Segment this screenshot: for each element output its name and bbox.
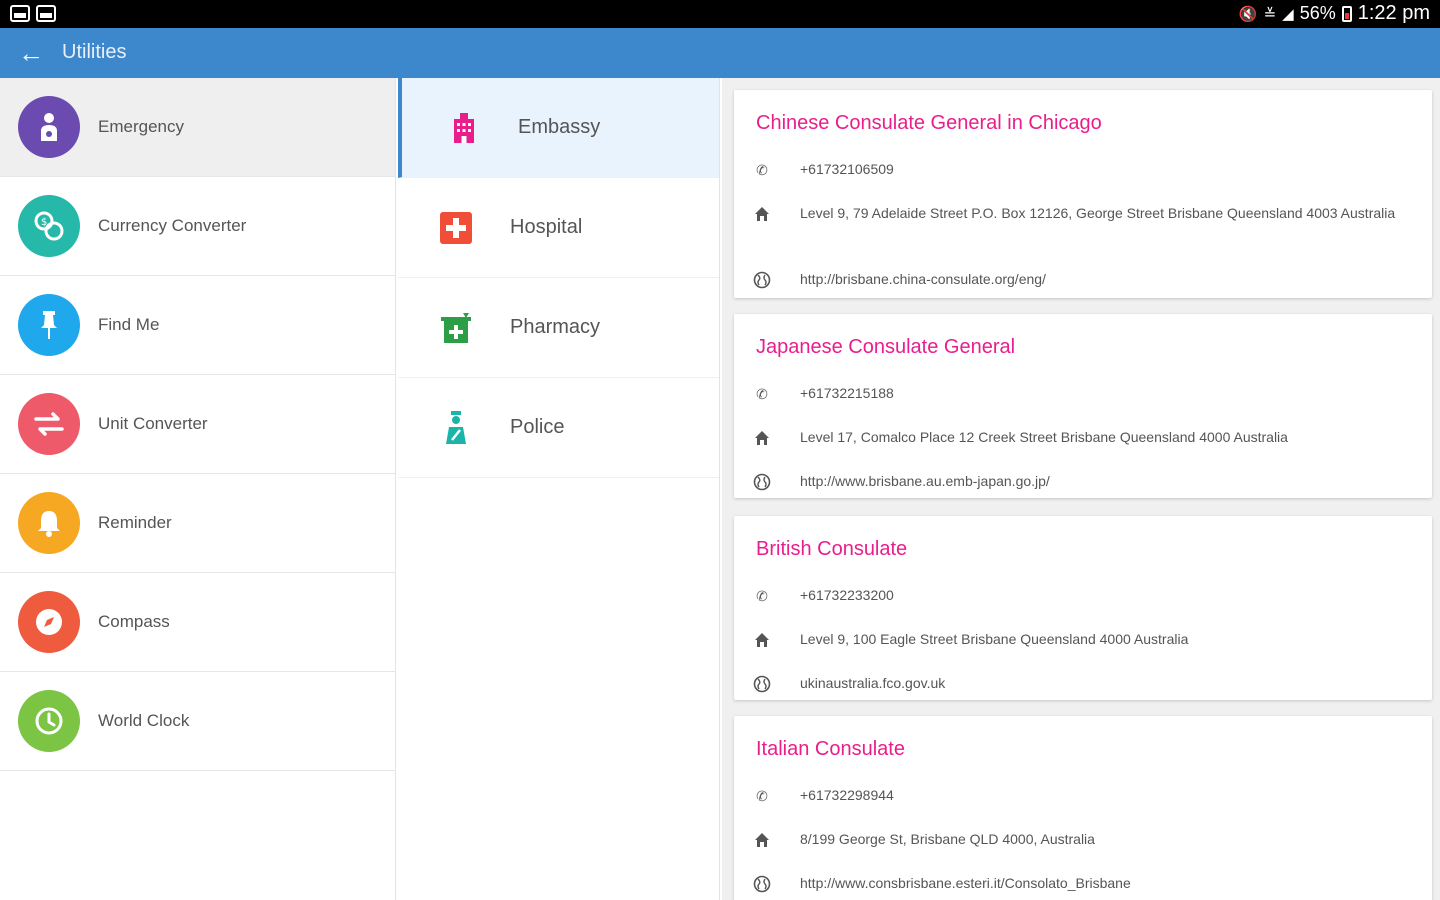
phone-number: +61732106509 <box>800 161 894 177</box>
embassy-detail-list: Chinese Consulate General in Chicago ✆ +… <box>722 78 1440 900</box>
category-item-find-me[interactable]: Find Me <box>0 276 395 375</box>
phone-icon: ✆ <box>756 787 768 804</box>
website-row[interactable]: ukinaustralia.fco.gov.uk <box>750 674 1412 696</box>
currency-icon: $ <box>18 195 80 257</box>
type-item-police[interactable]: Police <box>398 378 719 478</box>
website-row[interactable]: http://brisbane.china-consulate.org/eng/ <box>750 270 1412 292</box>
embassy-name: British Consulate <box>756 538 908 560</box>
embassy-name: Chinese Consulate General in Chicago <box>756 112 1102 134</box>
phone-number: +61732215188 <box>800 385 894 401</box>
embassy-name: Italian Consulate <box>756 738 905 760</box>
hospital-icon <box>438 210 474 246</box>
phone-row[interactable]: ✆ +61732298944 <box>750 786 1412 808</box>
signal-icon: ◢ <box>1282 5 1294 23</box>
compass-icon <box>18 591 80 653</box>
type-item-pharmacy[interactable]: Pharmacy <box>398 278 719 378</box>
website-link[interactable]: http://www.consbrisbane.esteri.it/Consol… <box>800 871 1131 896</box>
emergency-icon <box>18 96 80 158</box>
phone-number: +61732233200 <box>800 587 894 603</box>
category-item-unit-converter[interactable]: Unit Converter <box>0 375 395 474</box>
phone-icon: ✆ <box>756 385 768 402</box>
svg-text:$: $ <box>41 217 47 228</box>
embassy-name: Japanese Consulate General <box>756 336 1016 358</box>
service-type-list: Embassy Hospital Pharmacy Police <box>398 78 720 900</box>
phone-number: +61732298944 <box>800 787 894 803</box>
message-notification-icon <box>36 5 56 22</box>
home-icon <box>750 630 774 650</box>
clock-icon <box>18 690 80 752</box>
status-bar: 🔇 ≚ ◢ 56% 1:22 pm <box>0 0 1440 28</box>
type-label: Embassy <box>518 116 601 138</box>
home-icon <box>750 830 774 850</box>
phone-icon: ✆ <box>756 161 768 178</box>
address-row: Level 9, 79 Adelaide Street P.O. Box 121… <box>750 204 1412 226</box>
home-icon <box>750 204 774 224</box>
category-label: Currency Converter <box>98 216 247 235</box>
category-label: Emergency <box>98 117 184 136</box>
type-label: Police <box>510 416 565 438</box>
category-item-world-clock[interactable]: World Clock <box>0 672 395 771</box>
bell-icon <box>18 492 80 554</box>
category-list: Emergency $ Currency Converter Find Me U… <box>0 78 396 900</box>
embassy-icon <box>446 110 482 146</box>
globe-icon <box>750 874 774 894</box>
address-text: Level 9, 100 Eagle Street Brisbane Queen… <box>800 631 1189 647</box>
category-item-reminder[interactable]: Reminder <box>0 474 395 573</box>
website-link[interactable]: http://brisbane.china-consulate.org/eng/ <box>800 267 1046 292</box>
pin-icon <box>18 294 80 356</box>
pharmacy-icon <box>438 310 474 346</box>
website-link[interactable]: ukinaustralia.fco.gov.uk <box>800 671 945 696</box>
category-label: Find Me <box>98 315 160 334</box>
gallery-notification-icon <box>10 5 30 22</box>
type-item-embassy[interactable]: Embassy <box>398 78 719 178</box>
embassy-card[interactable]: Italian Consulate ✆ +61732298944 8/199 G… <box>734 716 1432 900</box>
address-row: Level 17, Comalco Place 12 Creek Street … <box>750 428 1412 450</box>
address-text: Level 9, 79 Adelaide Street P.O. Box 121… <box>800 205 1396 221</box>
page-title: Utilities <box>62 41 127 63</box>
category-label: Reminder <box>98 513 172 532</box>
app-bar: ← Utilities <box>0 28 1440 78</box>
category-label: Unit Converter <box>98 414 208 433</box>
battery-percentage: 56% <box>1299 3 1336 23</box>
address-row: 8/199 George St, Brisbane QLD 4000, Aust… <box>750 830 1412 852</box>
website-link[interactable]: http://www.brisbane.au.emb-japan.go.jp/ <box>800 469 1050 494</box>
phone-icon: ✆ <box>756 587 768 604</box>
swap-icon <box>18 393 80 455</box>
category-item-compass[interactable]: Compass <box>0 573 395 672</box>
embassy-card[interactable]: Chinese Consulate General in Chicago ✆ +… <box>734 90 1432 298</box>
globe-icon <box>750 270 774 290</box>
address-text: 8/199 George St, Brisbane QLD 4000, Aust… <box>800 831 1095 847</box>
phone-row[interactable]: ✆ +61732233200 <box>750 586 1412 608</box>
category-item-currency-converter[interactable]: $ Currency Converter <box>0 177 395 276</box>
embassy-card[interactable]: Japanese Consulate General ✆ +6173221518… <box>734 314 1432 498</box>
notification-icons <box>10 5 56 22</box>
category-label: World Clock <box>98 711 190 730</box>
phone-row[interactable]: ✆ +61732106509 <box>750 160 1412 182</box>
home-icon <box>750 428 774 448</box>
phone-row[interactable]: ✆ +61732215188 <box>750 384 1412 406</box>
category-item-emergency[interactable]: Emergency <box>0 78 395 177</box>
battery-icon <box>1341 5 1352 22</box>
category-label: Compass <box>98 612 170 631</box>
type-label: Pharmacy <box>510 316 601 338</box>
address-row: Level 9, 100 Eagle Street Brisbane Queen… <box>750 630 1412 652</box>
address-text: Level 17, Comalco Place 12 Creek Street … <box>800 429 1288 445</box>
type-label: Hospital <box>510 216 583 238</box>
embassy-card[interactable]: British Consulate ✆ +61732233200 Level 9… <box>734 516 1432 700</box>
globe-icon <box>750 674 774 694</box>
globe-icon <box>750 472 774 492</box>
back-arrow-icon[interactable]: ← <box>16 38 46 68</box>
police-icon <box>438 410 474 446</box>
mute-icon: 🔇 <box>1238 5 1258 23</box>
type-item-hospital[interactable]: Hospital <box>398 178 719 278</box>
clock-time: 1:22 pm <box>1357 2 1430 24</box>
website-row[interactable]: http://www.consbrisbane.esteri.it/Consol… <box>750 874 1412 896</box>
system-indicators: 🔇 ≚ ◢ 56% 1:22 pm <box>1239 2 1430 25</box>
website-row[interactable]: http://www.brisbane.au.emb-japan.go.jp/ <box>750 472 1412 494</box>
wifi-icon: ≚ <box>1263 5 1277 23</box>
